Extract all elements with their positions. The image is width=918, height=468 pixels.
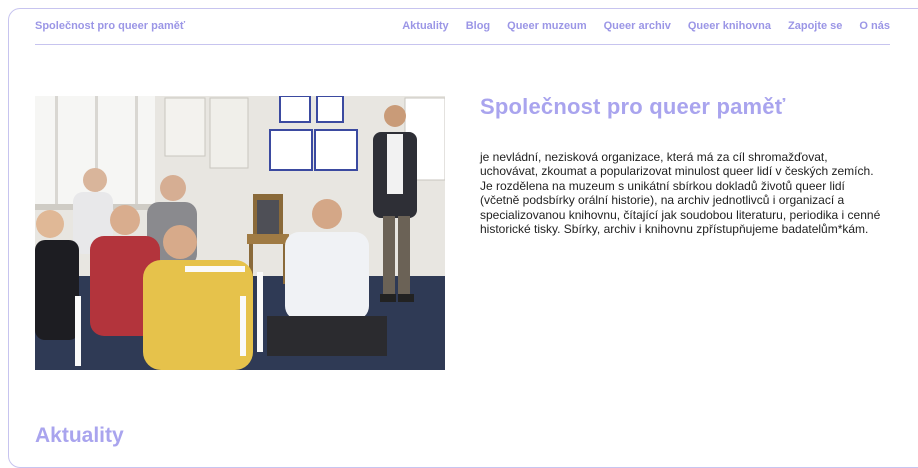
nav-zapojte-se[interactable]: Zapojte se (788, 18, 842, 34)
nav-blog[interactable]: Blog (466, 18, 490, 34)
hero-description: je nevládní, nezisková organizace, která… (480, 150, 881, 237)
nav-queer-knihovna[interactable]: Queer knihovna (688, 18, 771, 34)
main-nav: Aktuality Blog Queer muzeum Queer archiv… (402, 18, 890, 34)
brand-link[interactable]: Společnost pro queer paměť (35, 18, 185, 34)
site-header: Společnost pro queer paměť Aktuality Blo… (35, 18, 890, 45)
nav-o-nas[interactable]: O nás (859, 18, 890, 34)
news-section-title: Aktuality (35, 424, 124, 447)
hero-photo (35, 96, 445, 370)
hero-title: Společnost pro queer paměť (480, 94, 786, 119)
nav-queer-muzeum[interactable]: Queer muzeum (507, 18, 586, 34)
nav-queer-archiv[interactable]: Queer archiv (604, 18, 671, 34)
nav-aktuality[interactable]: Aktuality (402, 18, 448, 34)
